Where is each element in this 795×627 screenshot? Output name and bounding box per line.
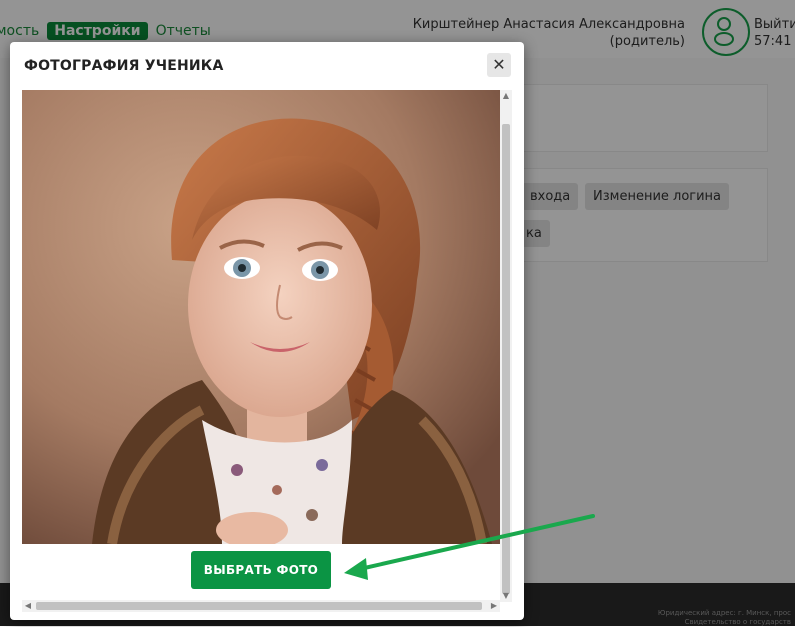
student-photo-modal: ФОТОГРАФИЯ УЧЕНИКА ✕ ВЫБРАТЬ ФОТО ▲ ▼ ◀ … <box>10 42 524 620</box>
modal-title: ФОТОГРАФИЯ УЧЕНИКА <box>24 58 224 74</box>
scroll-down-icon[interactable]: ▼ <box>500 590 512 602</box>
vertical-scroll-thumb[interactable] <box>502 124 510 594</box>
scroll-right-icon[interactable]: ▶ <box>488 600 500 612</box>
scroll-left-icon[interactable]: ◀ <box>22 600 34 612</box>
horizontal-scroll-thumb[interactable] <box>36 602 482 610</box>
close-icon[interactable]: ✕ <box>487 53 511 77</box>
horizontal-scrollbar[interactable]: ◀ ▶ <box>22 600 500 612</box>
student-photo <box>22 90 500 544</box>
scroll-up-icon[interactable]: ▲ <box>500 90 512 102</box>
choose-photo-button[interactable]: ВЫБРАТЬ ФОТО <box>191 551 331 589</box>
photo-viewport: ВЫБРАТЬ ФОТО ▲ ▼ ◀ ▶ <box>22 90 512 617</box>
vertical-scrollbar[interactable]: ▲ ▼ <box>500 90 512 602</box>
